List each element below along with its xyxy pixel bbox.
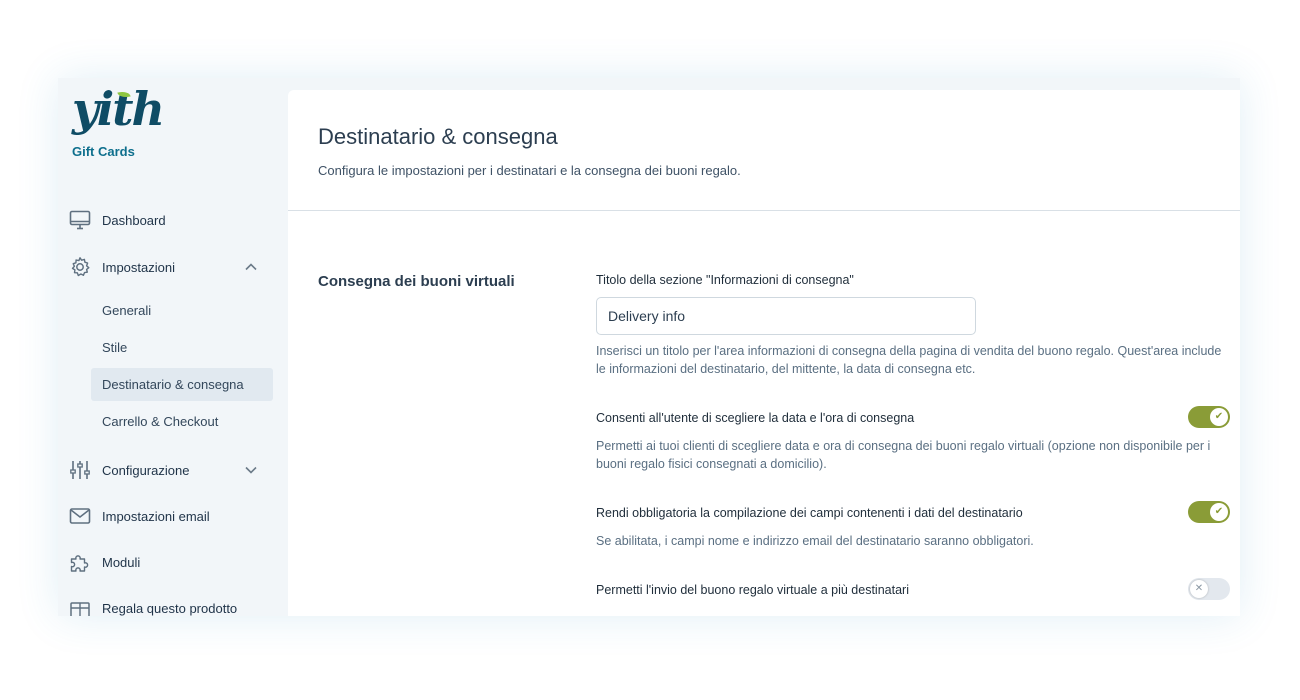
monitor-icon <box>69 210 91 230</box>
brand-product-name: Gift Cards <box>72 144 135 159</box>
sidebar-item-configurazione[interactable]: Configurazione <box>58 456 288 484</box>
sidebar-item-label: Regala questo prodotto <box>102 600 238 616</box>
close-icon: ✕ <box>1190 580 1208 598</box>
section-title: Consegna dei buoni virtuali <box>318 273 515 290</box>
multiple-recipients-toggle[interactable]: ✕ <box>1188 578 1230 600</box>
sidebar-item-dashboard[interactable]: Dashboard <box>58 206 288 234</box>
sidebar-subitem-stile[interactable]: Stile <box>91 331 273 364</box>
sidebar-subitem-generali[interactable]: Generali <box>91 294 273 327</box>
sidebar-item-regala-questo-prodotto[interactable]: Regala questo prodotto <box>58 594 288 616</box>
sidebar-item-label: Impostazioni <box>102 259 175 275</box>
mandatory-recipient-fields-desc: Se abilitata, i campi nome e indirizzo e… <box>596 534 1034 548</box>
sidebar-subitem-destinatario-consegna[interactable]: Destinatario & consegna <box>91 368 273 401</box>
sidebar-item-label: Impostazioni email <box>102 508 210 524</box>
delivery-section-title-input[interactable] <box>596 297 976 335</box>
puzzle-icon <box>70 555 89 572</box>
gift-icon <box>70 602 90 616</box>
sidebar-item-impostazioni[interactable]: Impostazioni <box>58 253 288 281</box>
sidebar-subitem-carrello-checkout[interactable]: Carrello & Checkout <box>91 405 273 438</box>
check-icon: ✔ <box>1210 503 1228 521</box>
mandatory-recipient-fields-label: Rendi obbligatoria la compilazione dei c… <box>596 506 1023 520</box>
sidebar-item-label: Moduli <box>102 554 141 570</box>
choose-delivery-date-toggle[interactable]: ✔ <box>1188 406 1230 428</box>
chevron-down-icon <box>245 466 257 474</box>
main-panel: Destinatario & consegna Configura le imp… <box>288 90 1240 616</box>
app-window: yith Gift Cards Dashboard Impostazioni G… <box>58 78 1240 616</box>
gear-icon <box>71 257 90 277</box>
sidebar-item-label: Dashboard <box>102 212 166 228</box>
sidebar: yith Gift Cards Dashboard Impostazioni G… <box>58 78 288 616</box>
sidebar-item-label: Configurazione <box>102 462 190 478</box>
envelope-icon <box>69 508 91 524</box>
mandatory-recipient-fields-toggle[interactable]: ✔ <box>1188 501 1230 523</box>
chevron-up-icon <box>245 263 257 271</box>
delivery-section-title-desc: Inserisci un titolo per l'area informazi… <box>596 344 1222 376</box>
check-icon: ✔ <box>1210 408 1228 426</box>
multiple-recipients-label: Permetti l'invio del buono regalo virtua… <box>596 583 909 597</box>
sliders-icon <box>70 461 90 479</box>
page-subtitle: Configura le impostazioni per i destinat… <box>318 163 741 178</box>
sidebar-item-moduli[interactable]: Moduli <box>58 548 288 576</box>
sidebar-item-impostazioni-email[interactable]: Impostazioni email <box>58 502 288 530</box>
page-header: Destinatario & consegna Configura le imp… <box>288 90 1240 211</box>
choose-delivery-date-desc: Permetti ai tuoi clienti di scegliere da… <box>596 439 1211 471</box>
page-title: Destinatario & consegna <box>318 124 558 149</box>
choose-delivery-date-label: Consenti all'utente di scegliere la data… <box>596 411 915 425</box>
delivery-section-title-label: Titolo della sezione "Informazioni di co… <box>596 273 854 287</box>
